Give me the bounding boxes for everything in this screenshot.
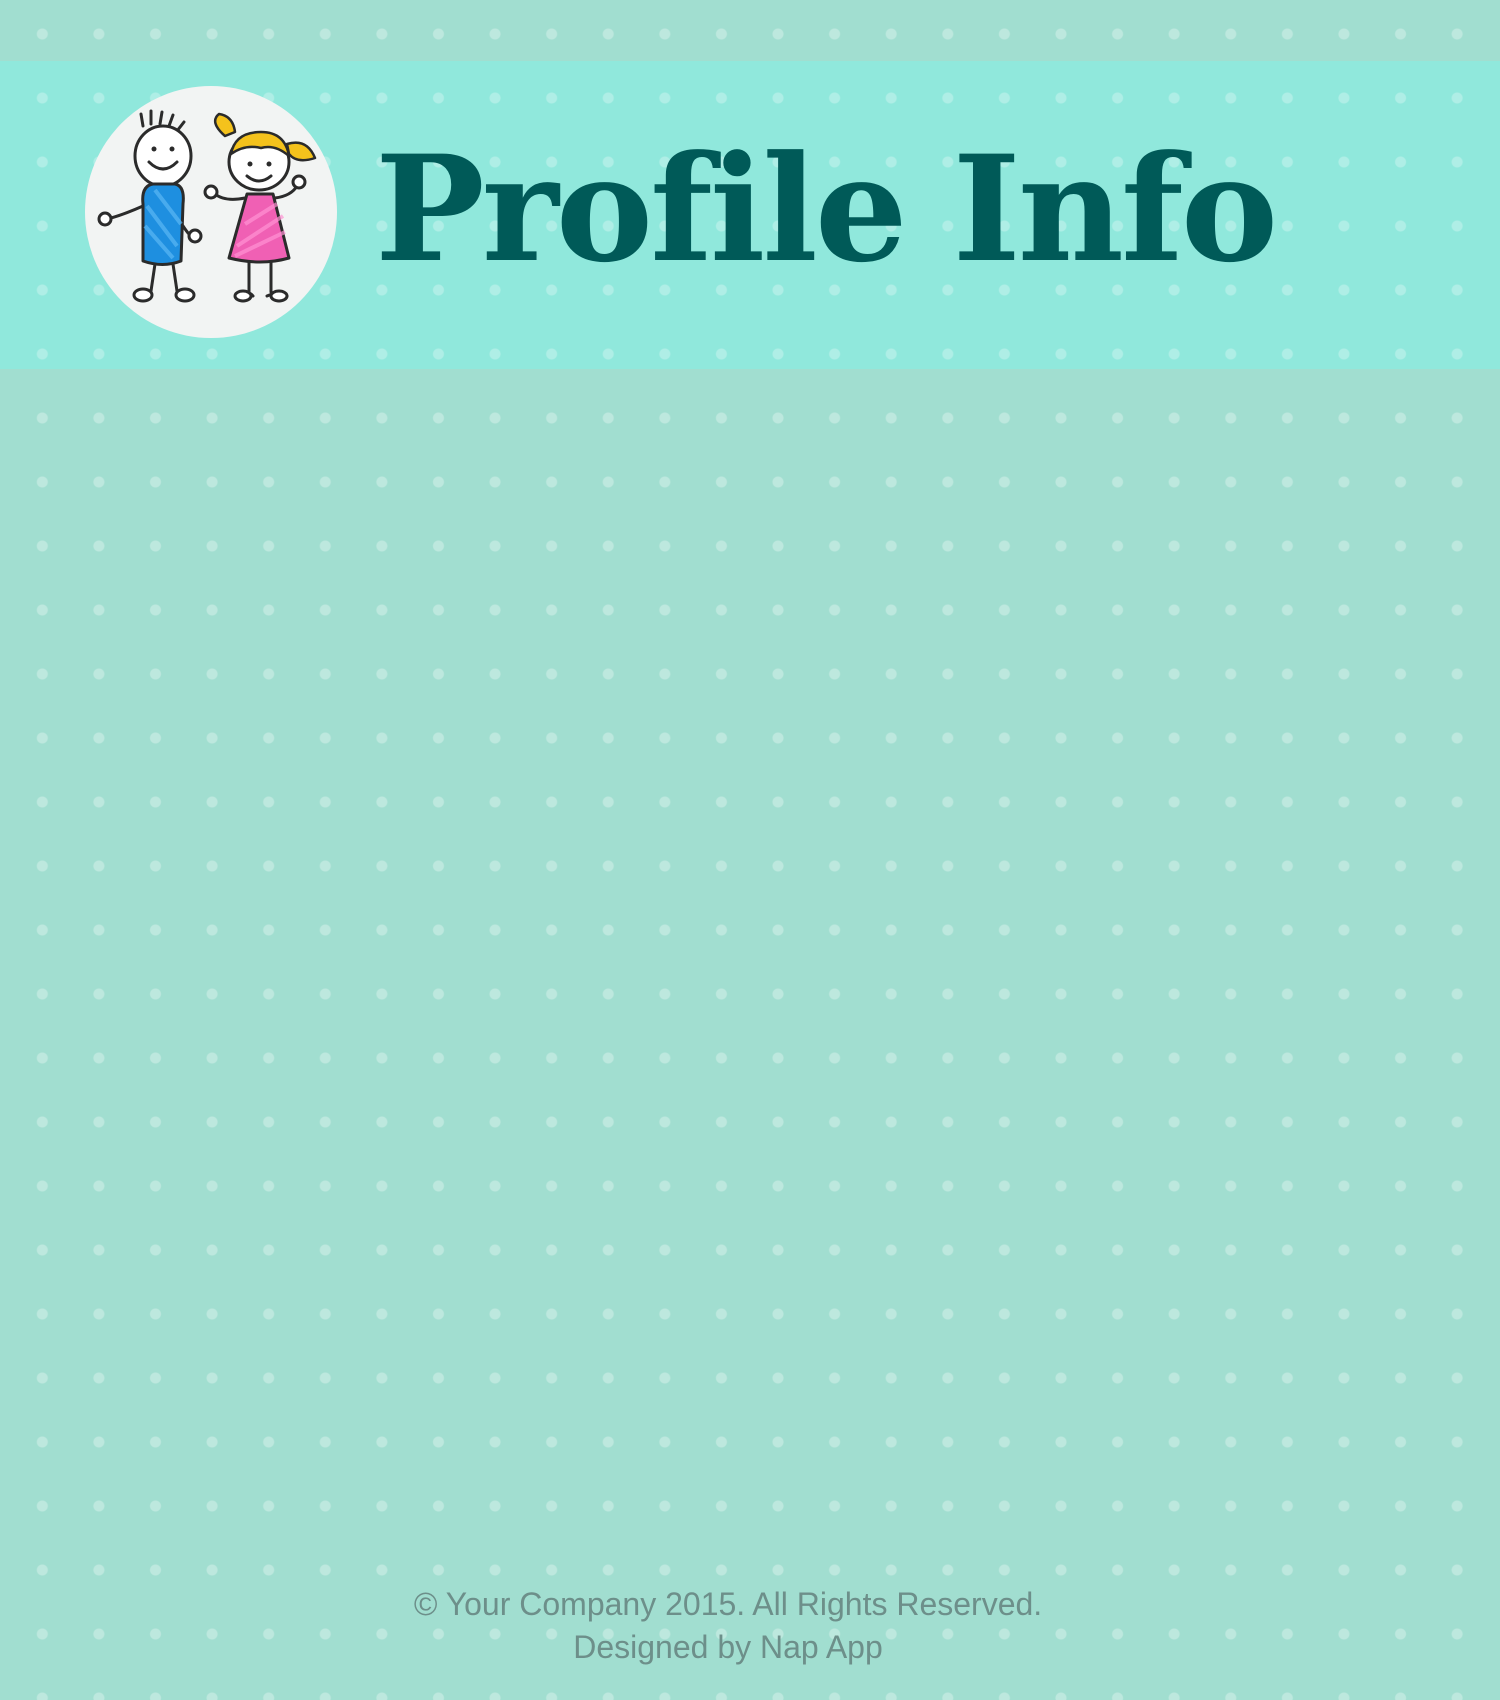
kids-illustration-icon [97, 109, 317, 303]
profile-avatar[interactable] [85, 86, 337, 338]
footer: © Your Company 2015. All Rights Reserved… [0, 1583, 1456, 1669]
footer-copyright: © Your Company 2015. All Rights Reserved… [413, 1586, 1043, 1622]
page-title: Profile Info [375, 124, 1278, 295]
footer-credit: Designed by Nap App [573, 1629, 883, 1665]
